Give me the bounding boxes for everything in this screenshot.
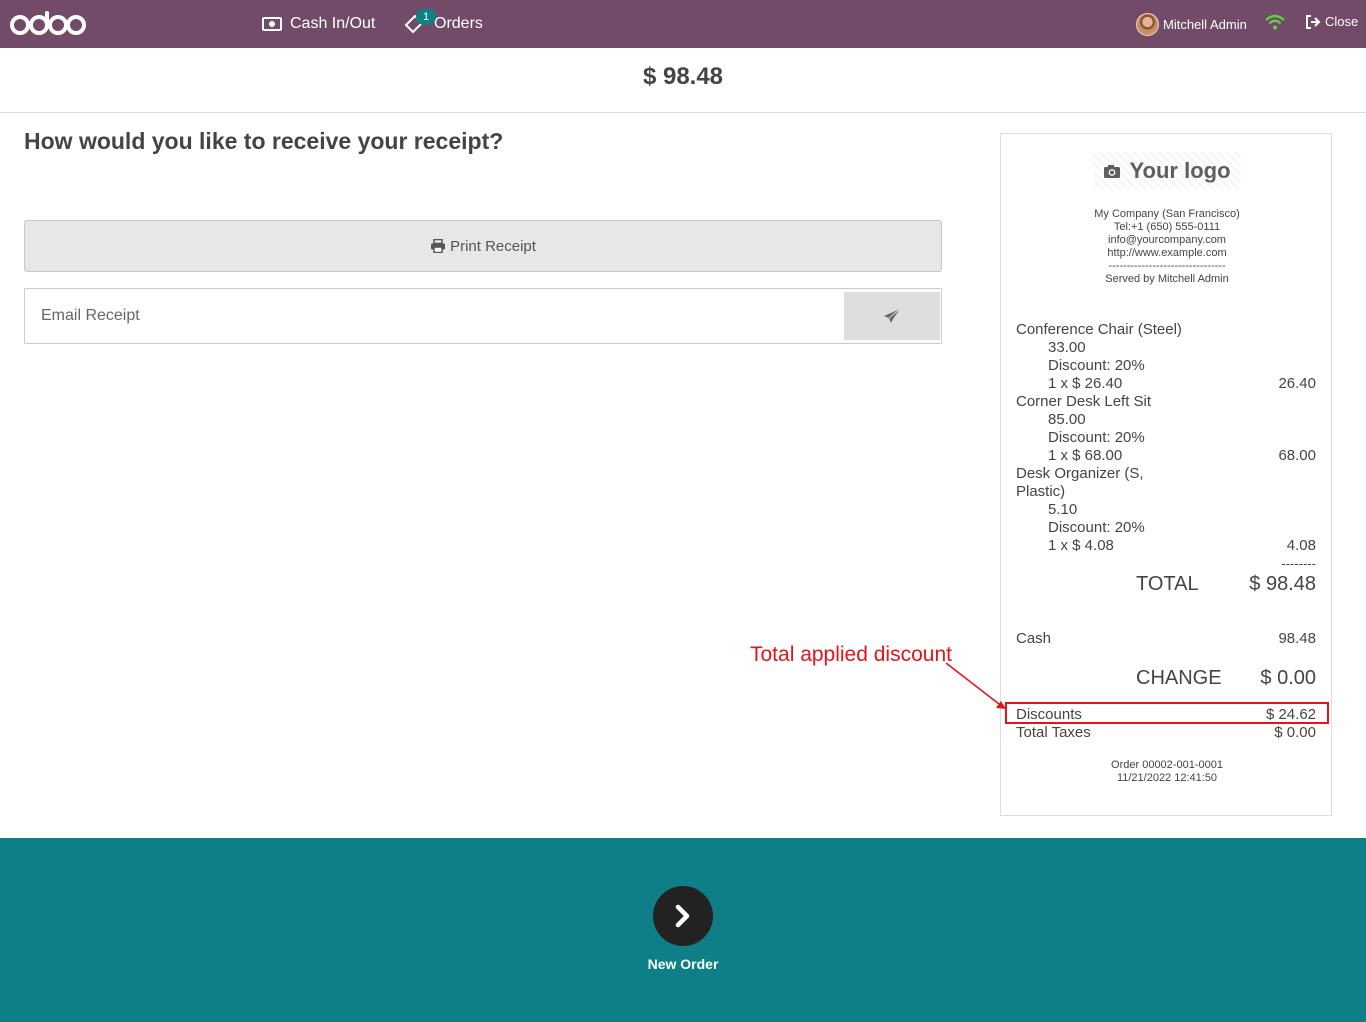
annotation-highlight-box	[1005, 702, 1329, 724]
orders-label: Orders	[434, 15, 483, 32]
new-order-label: New Order	[647, 956, 719, 972]
print-icon	[431, 239, 446, 253]
line-quantity: 1 x $ 26.40	[1048, 375, 1123, 392]
print-receipt-button[interactable]: Print Receipt	[24, 220, 942, 272]
order-info: Order 00002-001-0001 11/21/2022 12:41:50	[1001, 759, 1333, 785]
company-website: http://www.example.com	[1107, 247, 1227, 259]
line-unit-price: 33.00	[1048, 339, 1086, 356]
taxes-label: Total Taxes	[1016, 724, 1091, 741]
change-value: $ 0.00	[1260, 667, 1316, 689]
company-logo: Your logo	[1093, 152, 1241, 190]
print-receipt-label: Print Receipt	[450, 237, 536, 255]
line-unit-price: 5.10	[1048, 501, 1078, 518]
served-by: Served by Mitchell Admin	[1105, 273, 1229, 285]
company-email: info@yourcompany.com	[1108, 234, 1226, 246]
line-quantity: 1 x $ 4.08	[1048, 537, 1114, 554]
annotation-label: Total applied discount	[750, 643, 952, 666]
line-total: 26.40	[1278, 375, 1316, 392]
logo-text: Your logo	[1129, 158, 1231, 183]
user-menu[interactable]: Mitchell Admin	[1136, 12, 1247, 36]
order-reference: Order 00002-001-0001	[1111, 759, 1223, 771]
top-navbar: Cash In/Out 1 Orders Mitchell Admin Clos…	[0, 0, 1366, 48]
receipt-question: How would you like to receive your recei…	[24, 128, 504, 154]
line-unit-price: 85.00	[1048, 411, 1086, 428]
payment-method-label: Cash	[1016, 630, 1052, 647]
line-product-name: Desk Organizer (S,	[1016, 465, 1144, 482]
money-icon	[262, 17, 282, 31]
total-value: $ 98.48	[1249, 573, 1316, 595]
new-order-button[interactable]	[653, 886, 713, 946]
payment-amount: 98.48	[1278, 630, 1316, 647]
order-date: 11/21/2022 12:41:50	[1116, 772, 1218, 784]
amount-header: $ 98.48	[0, 48, 1366, 113]
email-receipt-form	[24, 288, 942, 344]
send-email-button[interactable]	[844, 292, 940, 340]
odoo-logo[interactable]	[10, 11, 86, 37]
cash-in-out-button[interactable]: Cash In/Out	[262, 0, 375, 48]
change-label: CHANGE	[1136, 667, 1222, 689]
line-discount: Discount: 20%	[1048, 429, 1145, 446]
cash-in-out-label: Cash In/Out	[290, 15, 376, 32]
total-separator: --------	[1281, 556, 1316, 571]
company-phone: Tel:+1 (650) 555-0111	[1113, 221, 1221, 233]
orders-count-badge: 1	[416, 9, 436, 25]
bottom-action-bar: New Order	[0, 838, 1366, 1022]
line-total: 4.08	[1286, 537, 1316, 554]
line-quantity: 1 x $ 68.00	[1048, 447, 1123, 464]
orders-button[interactable]: 1 Orders	[404, 0, 483, 48]
line-product-name: Corner Desk Left Sit	[1016, 393, 1152, 410]
line-total: 68.00	[1278, 447, 1316, 464]
paper-plane-icon	[884, 308, 901, 323]
wifi-icon[interactable]	[1265, 14, 1285, 30]
user-name: Mitchell Admin	[1163, 16, 1247, 32]
line-discount: Discount: 20%	[1048, 519, 1145, 536]
close-label: Close	[1325, 14, 1359, 29]
line-product-name: Conference Chair (Steel)	[1016, 321, 1182, 338]
total-label: TOTAL	[1136, 573, 1199, 595]
line-product-name-cont: Plastic)	[1016, 483, 1066, 500]
company-separator: --------------------------------	[1108, 260, 1226, 272]
taxes-value: $ 0.00	[1274, 724, 1316, 741]
company-info: My Company (San Francisco) Tel:+1 (650) …	[1001, 208, 1333, 286]
total-amount: $ 98.48	[642, 63, 724, 90]
close-button[interactable]: Close	[1305, 14, 1358, 29]
avatar	[1136, 12, 1159, 36]
camera-icon	[1104, 164, 1121, 178]
company-name: My Company (San Francisco)	[1094, 208, 1240, 220]
chevron-right-icon	[675, 904, 690, 928]
email-receipt-input[interactable]	[26, 290, 842, 342]
line-discount: Discount: 20%	[1048, 357, 1145, 374]
sign-out-icon	[1306, 14, 1321, 29]
